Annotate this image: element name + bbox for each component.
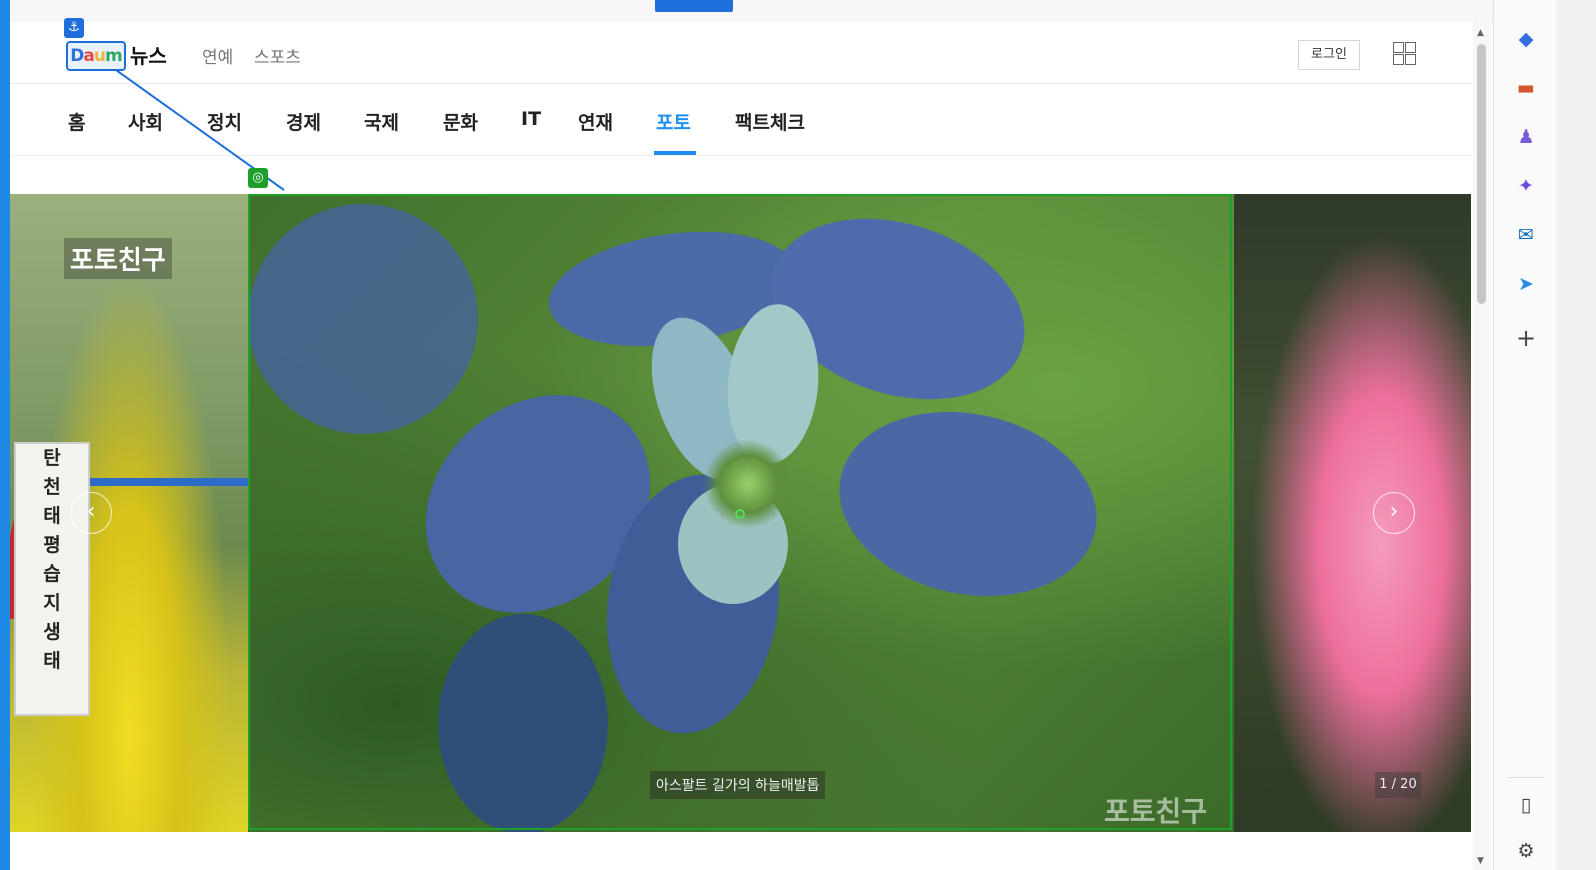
nav-photo[interactable]: 포토: [656, 108, 691, 135]
copilot-icon[interactable]: ✦: [1513, 173, 1539, 199]
nav-politics[interactable]: 정치: [207, 108, 242, 135]
browser-sidebar: ◆ ▬ ♟ ✦ ✉ ➤ + ▯ ⚙: [1493, 0, 1557, 870]
scroll-down-icon[interactable]: ▼: [1477, 856, 1484, 866]
nav-series[interactable]: 연재: [578, 108, 613, 135]
shopping-tag-icon[interactable]: ◆: [1513, 26, 1539, 52]
category-nav: 홈 사회 정치 경제 국제 문화 IT 연재 포토 팩트체크: [10, 84, 1473, 156]
nav-it[interactable]: IT: [521, 108, 541, 130]
outlook-icon[interactable]: ✉: [1513, 222, 1539, 248]
site-header: Daum 뉴스 연예 스포츠 로그인: [10, 22, 1473, 84]
slide-counter: 1 / 20: [1375, 772, 1421, 798]
window-edge-accent: [0, 0, 10, 870]
nav-factcheck[interactable]: 팩트체크: [735, 108, 805, 135]
link-sports[interactable]: 스포츠: [254, 43, 301, 68]
games-icon[interactable]: ♟: [1513, 124, 1539, 150]
chevron-right-icon[interactable]: ›: [1373, 492, 1415, 534]
gear-icon[interactable]: ⚙: [1513, 838, 1539, 864]
target-icon: ◎: [248, 168, 268, 188]
photo-watermark: 포토친구: [1104, 795, 1208, 828]
next-slide-image[interactable]: [1234, 194, 1471, 832]
add-icon[interactable]: +: [1513, 325, 1539, 351]
daum-logo[interactable]: Daum: [66, 41, 126, 71]
roadside-sign: 탄 천 태 평 습 지 생 태: [14, 442, 90, 716]
nav-home[interactable]: 홈: [68, 108, 85, 135]
photo-caption: 아스팔트 길가의 하늘매발톱: [650, 771, 826, 799]
nav-economy[interactable]: 경제: [286, 108, 321, 135]
grid-menu-icon[interactable]: [1393, 42, 1417, 66]
section-label: 포토친구: [64, 238, 172, 279]
brand-news-label[interactable]: 뉴스: [130, 40, 167, 69]
active-nav-underline: [654, 151, 696, 155]
send-icon[interactable]: ➤: [1513, 271, 1539, 297]
chevron-left-icon[interactable]: ‹: [70, 492, 112, 534]
scrollbar-thumb[interactable]: [1477, 44, 1486, 304]
nav-society[interactable]: 사회: [128, 108, 163, 135]
prev-slide-image[interactable]: 탄 천 태 평 습 지 생 태: [10, 194, 250, 832]
nav-culture[interactable]: 문화: [443, 108, 478, 135]
login-button[interactable]: 로그인: [1298, 40, 1360, 70]
nav-world[interactable]: 국제: [364, 108, 399, 135]
window-edge-strip: [1556, 0, 1596, 870]
click-point-marker: [735, 509, 745, 519]
anchor-icon: ⚓: [64, 18, 84, 38]
page-scrollbar[interactable]: ▲ ▼: [1473, 22, 1491, 870]
link-entertainment[interactable]: 연예: [202, 43, 233, 68]
web-page: Daum 뉴스 연예 스포츠 로그인 홈 사회 정치 경제 국제 문화 IT 연…: [10, 22, 1473, 870]
toolbox-icon[interactable]: ▬: [1513, 75, 1539, 101]
sidebar-toggle-icon[interactable]: ▯: [1513, 792, 1539, 818]
browser-top-strip: [10, 0, 1493, 23]
scroll-up-icon[interactable]: ▲: [1477, 28, 1484, 38]
active-tab-indicator[interactable]: [655, 0, 733, 12]
